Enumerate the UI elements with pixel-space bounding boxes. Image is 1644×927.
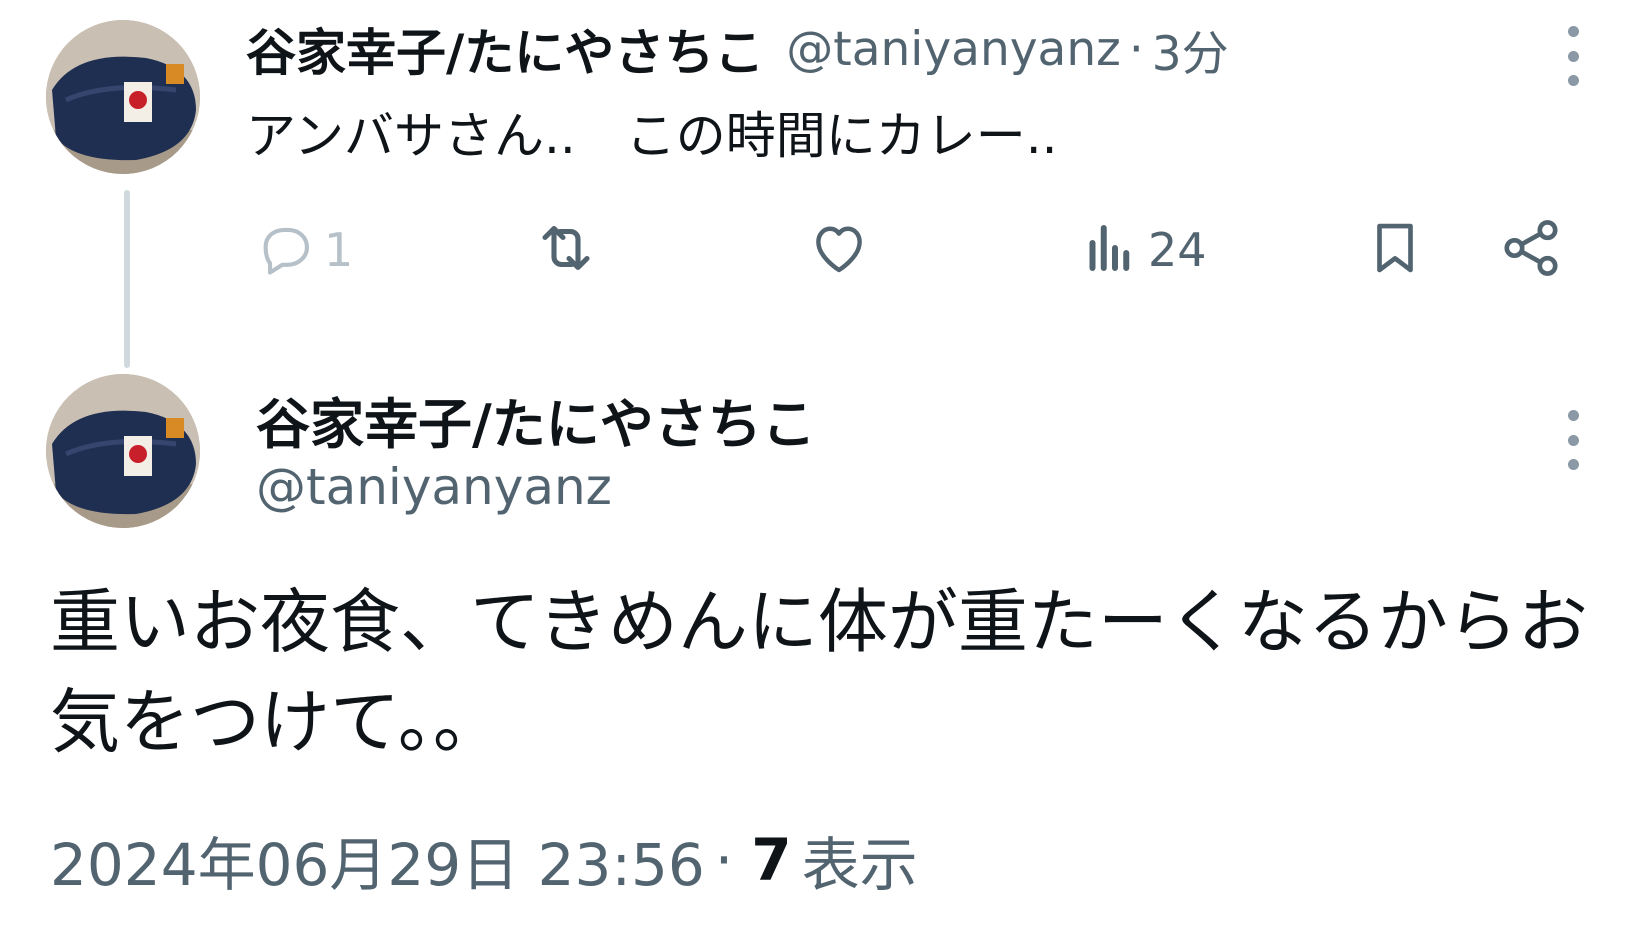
views-count: 7 [751, 826, 792, 894]
views-count: 24 [1148, 223, 1207, 277]
reply-tweet-header: 谷家幸子/たにやさちこ @taniyanyanz · 3分 [246, 14, 1229, 84]
share-button[interactable] [1498, 208, 1564, 292]
more-icon[interactable] [1558, 26, 1588, 86]
reply-count: 1 [324, 223, 354, 277]
display-name[interactable]: 谷家幸子/たにやさちこ [256, 380, 816, 459]
handle[interactable]: @taniyanyanz [786, 22, 1121, 77]
retweet-button[interactable] [530, 208, 602, 292]
tweet-meta: 2024年06月29日 23:56 · 7 表示 [50, 818, 918, 902]
views-label: 表示 [801, 831, 918, 899]
more-icon[interactable] [1558, 410, 1588, 470]
share-icon [1498, 215, 1564, 285]
retweet-icon [530, 212, 602, 288]
reply-tweet-text: アンバサさん.. この時間にカレー.. [246, 107, 1058, 165]
handle[interactable]: @taniyanyanz [256, 458, 612, 516]
reply-icon [254, 217, 316, 283]
action-bar: 1 24 [0, 208, 1644, 292]
timestamp[interactable]: 2024年06月29日 23:56 [50, 818, 705, 902]
bookmark-button[interactable] [1364, 208, 1426, 292]
tweet-time[interactable]: 3分 [1152, 15, 1229, 84]
avatar[interactable] [46, 374, 200, 528]
separator: · [714, 826, 734, 894]
display-name[interactable]: 谷家幸子/たにやさちこ [246, 13, 764, 85]
reply-button[interactable]: 1 [254, 208, 353, 292]
like-icon [806, 215, 872, 285]
views-button[interactable]: 24 [1080, 208, 1207, 292]
bookmark-icon [1364, 213, 1426, 287]
views-icon [1080, 218, 1140, 282]
like-button[interactable] [806, 208, 872, 292]
avatar[interactable] [46, 20, 200, 174]
main-tweet-text: 重いお夜食、てきめんに体が重たーくなるからお気をつけて。。 [50, 581, 1588, 763]
separator: · [1128, 21, 1144, 77]
